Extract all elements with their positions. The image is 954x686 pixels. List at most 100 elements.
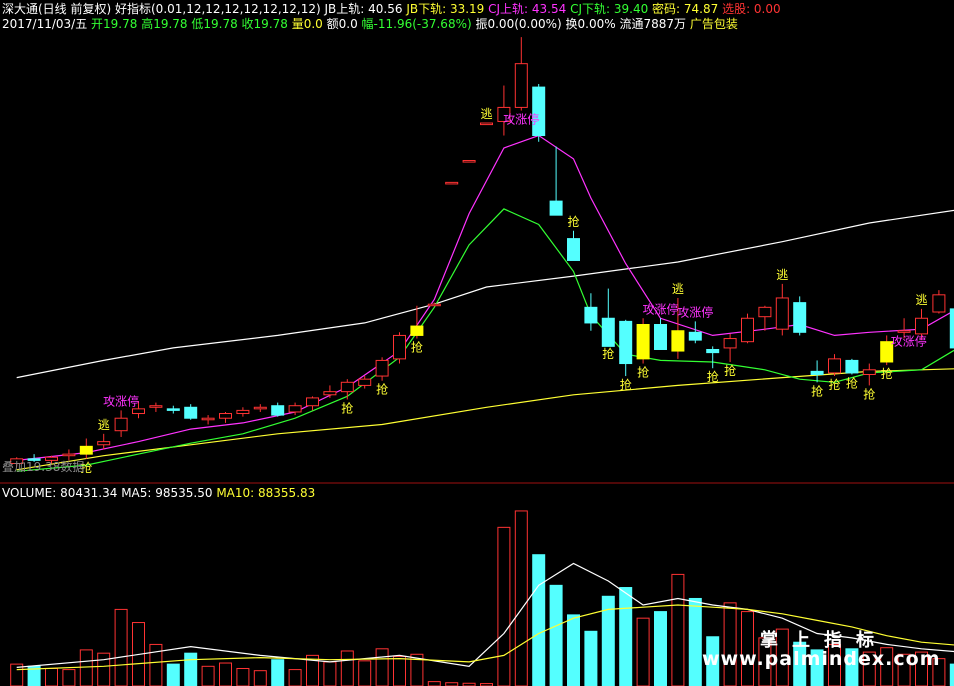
volume-value-2: MA10: 88355.83: [216, 486, 316, 500]
candle: [480, 122, 493, 126]
candle-body: [201, 417, 215, 421]
candle-body: [793, 302, 807, 333]
candle: [184, 404, 198, 420]
volume-bar: [184, 652, 198, 686]
signal-label: 攻涨停: [503, 112, 539, 127]
candle-body: [949, 308, 954, 349]
candle-body: [79, 445, 93, 455]
signal-label: 抢: [637, 365, 649, 380]
candle-body: [932, 294, 946, 313]
volume-bar: [549, 584, 563, 686]
candle: [340, 379, 354, 400]
price-panel: 抢逃攻涨停抢抢抢逃 攻涨停抢抢抢攻涨停逃攻涨停抢抢抢逃抢抢抢抢抢攻涨停逃: [10, 37, 954, 475]
candle-body: [671, 330, 685, 352]
watermark: 掌上指标 www.palmindex.com: [700, 626, 950, 676]
volume-bar: [671, 573, 685, 686]
candle: [810, 360, 824, 383]
candle: [166, 405, 180, 414]
candle: [253, 404, 267, 412]
candle: [410, 305, 424, 339]
candle-body: [271, 405, 285, 416]
candle-body: [166, 408, 180, 411]
candle: [845, 358, 859, 375]
signal-label: 抢: [567, 214, 579, 229]
candle: [497, 85, 511, 136]
candle-body: [828, 358, 841, 374]
signal-label: 抢: [828, 377, 840, 392]
candle: [932, 290, 946, 314]
volume-bar: [62, 669, 76, 686]
signal-label: 抢: [411, 340, 423, 355]
candle-body: [97, 441, 111, 446]
signal-label: 抢: [341, 400, 353, 415]
signal-label: 逃: [915, 293, 927, 307]
candle: [201, 415, 215, 425]
volume-bar: [97, 652, 111, 686]
candle: [862, 363, 876, 386]
volume-bar: [253, 670, 267, 686]
candle-body: [236, 409, 250, 415]
volume-header: VOLUME: 80431.34 MA5: 98535.50 MA10: 883…: [2, 486, 315, 500]
candle-body: [723, 338, 737, 349]
volume-bar: [45, 667, 58, 686]
volume-bar: [114, 608, 128, 686]
candle-body: [619, 320, 633, 365]
candle: [271, 402, 285, 417]
volume-bar: [584, 630, 598, 686]
candle-body: [654, 324, 667, 350]
candle-body: [219, 413, 232, 419]
candle-body: [514, 63, 528, 108]
volume-bar: [567, 614, 580, 686]
volume-value-0: VOLUME: 80431.34: [2, 486, 122, 500]
signal-label: 攻涨停: [642, 301, 678, 316]
volume-bar: [532, 554, 546, 686]
candle-body: [775, 297, 789, 330]
candle-body: [340, 381, 354, 393]
stock-chart[interactable]: 抢逃攻涨停抢抢抢逃 攻涨停抢抢抢攻涨停逃攻涨停抢抢抢逃抢抢抢抢抢攻涨停逃: [0, 0, 954, 686]
candle-body: [862, 369, 876, 375]
signal-label: 抢: [376, 382, 388, 397]
candle-body: [601, 317, 615, 347]
candle-body: [897, 330, 911, 333]
signal-label: 攻涨停: [677, 304, 713, 319]
signal-label: 抢: [620, 377, 632, 392]
candle-body: [636, 324, 650, 360]
candle: [636, 318, 650, 364]
candle-body: [132, 408, 145, 415]
volume-bar: [323, 661, 337, 686]
candle: [236, 407, 250, 417]
signal-label: 抢: [707, 369, 719, 384]
candle: [654, 318, 667, 350]
signal-label: 攻涨停: [891, 334, 927, 349]
volume-bar: [514, 510, 528, 686]
volume-bar: [288, 669, 302, 686]
candle-body: [375, 359, 389, 377]
candle-body: [915, 317, 928, 335]
candle: [706, 346, 720, 369]
candle-body: [584, 306, 598, 324]
volume-bar: [219, 662, 232, 686]
candle: [619, 319, 633, 377]
signal-label: 逃: [98, 418, 110, 432]
candle: [793, 296, 807, 336]
candle-body: [306, 397, 319, 407]
candle: [688, 321, 702, 344]
candle: [514, 37, 528, 111]
candle-body: [114, 417, 128, 432]
volume-bar: [271, 659, 285, 686]
candle: [741, 313, 754, 344]
volume-bar: [654, 611, 667, 686]
candle-body: [445, 181, 459, 185]
cj-upper-line: [16, 134, 954, 461]
candle: [114, 410, 128, 437]
signal-label: 攻涨停: [103, 393, 139, 408]
volume-bar: [393, 655, 406, 686]
candle: [549, 146, 563, 216]
candle-body: [253, 406, 267, 410]
volume-bar: [166, 663, 180, 686]
candle-body: [393, 334, 406, 360]
candle: [758, 305, 772, 331]
candle-body: [810, 370, 824, 375]
volume-bar: [636, 617, 650, 686]
candle: [723, 333, 737, 362]
